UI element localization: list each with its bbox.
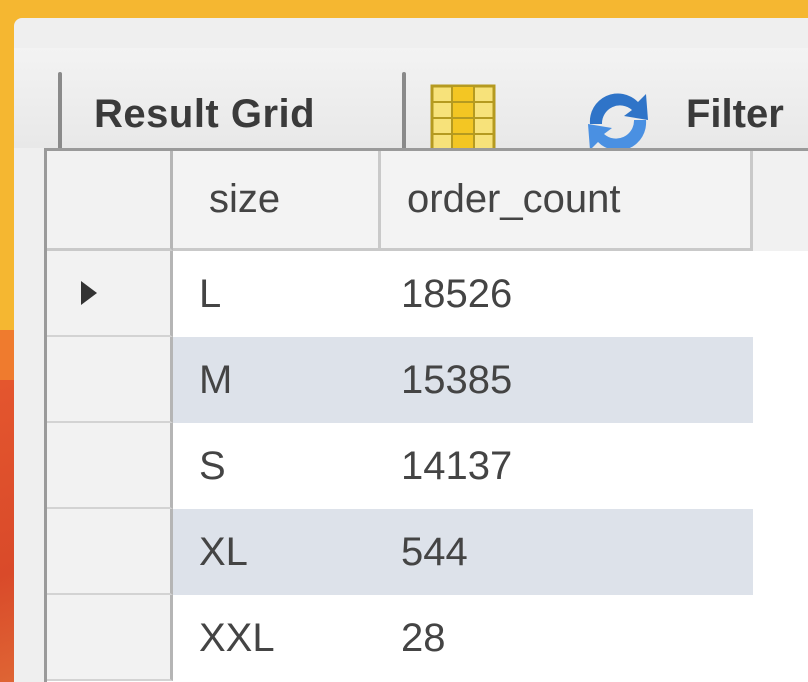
table-row[interactable]: S 14137 — [47, 423, 808, 509]
toolbar-separator — [58, 72, 62, 156]
column-header-size[interactable]: size — [173, 151, 381, 251]
row-header[interactable] — [47, 251, 173, 337]
table-row[interactable]: L 18526 — [47, 251, 808, 337]
grid-view-icon[interactable] — [428, 82, 498, 156]
refresh-icon[interactable] — [576, 86, 660, 156]
row-header[interactable] — [47, 337, 173, 423]
grid-header-row: size order_count — [47, 151, 808, 251]
cell-order-count[interactable]: 28 — [381, 595, 753, 681]
cell-size[interactable]: M — [173, 337, 381, 423]
result-toolbar: Result Grid Filter — [14, 48, 808, 156]
cell-size[interactable]: XL — [173, 509, 381, 595]
filter-button[interactable]: Filter — [686, 92, 784, 137]
row-header-corner — [47, 151, 173, 251]
result-grid-tab[interactable]: Result Grid — [94, 92, 315, 137]
cell-order-count[interactable]: 544 — [381, 509, 753, 595]
result-grid: size order_count L 18526 M 15385 S 14137… — [44, 148, 808, 682]
current-row-arrow-icon — [80, 281, 97, 305]
column-header-order-count[interactable]: order_count — [381, 151, 753, 251]
table-row[interactable]: M 15385 — [47, 337, 808, 423]
cell-size[interactable]: XXL — [173, 595, 381, 681]
toolbar-separator — [402, 72, 406, 156]
query-results-window: Result Grid Filter size order_count L 18… — [14, 18, 808, 682]
cell-order-count[interactable]: 14137 — [381, 423, 753, 509]
cell-order-count[interactable]: 15385 — [381, 337, 753, 423]
cell-order-count[interactable]: 18526 — [381, 251, 753, 337]
cell-size[interactable]: S — [173, 423, 381, 509]
table-row[interactable]: XL 544 — [47, 509, 808, 595]
cell-size[interactable]: L — [173, 251, 381, 337]
row-header[interactable] — [47, 423, 173, 509]
table-row[interactable]: XXL 28 — [47, 595, 808, 681]
row-header[interactable] — [47, 595, 173, 681]
row-header[interactable] — [47, 509, 173, 595]
